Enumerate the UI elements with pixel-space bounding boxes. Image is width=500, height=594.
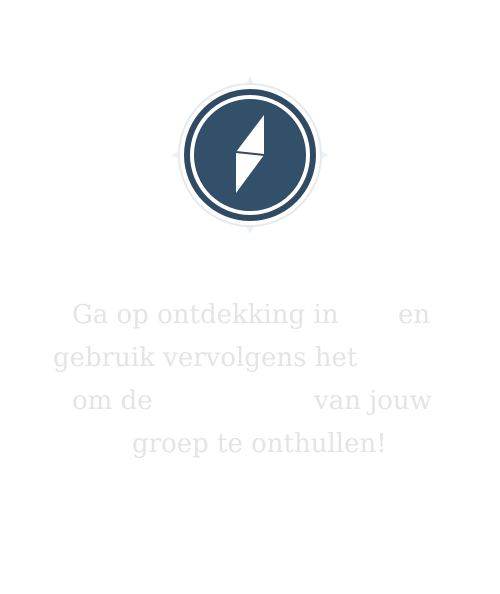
intro-line-2: gebruik vervolgens het <box>53 337 357 380</box>
intro-line-1-end-wrap: en <box>398 294 430 337</box>
intro-screen: Ga op ontdekking in en gebruik vervolgen… <box>0 0 500 594</box>
intro-line-1-start: Ga op ontdekking in <box>72 300 339 330</box>
intro-line-2-text: gebruik vervolgens het <box>53 343 358 373</box>
intro-line-4-text: groep te onthullen! <box>132 429 387 459</box>
intro-line-3-end: van jouw <box>314 386 432 416</box>
intro-line-3-end-wrap: van jouw <box>314 380 432 423</box>
intro-line-3: om de <box>72 380 153 423</box>
intro-line-1: Ga op ontdekking in <box>72 294 339 337</box>
intro-line-4: groep te onthullen! <box>132 423 387 466</box>
compass-icon <box>169 74 331 236</box>
intro-line-1-end: en <box>398 300 431 330</box>
intro-line-3-start: om de <box>72 386 153 416</box>
